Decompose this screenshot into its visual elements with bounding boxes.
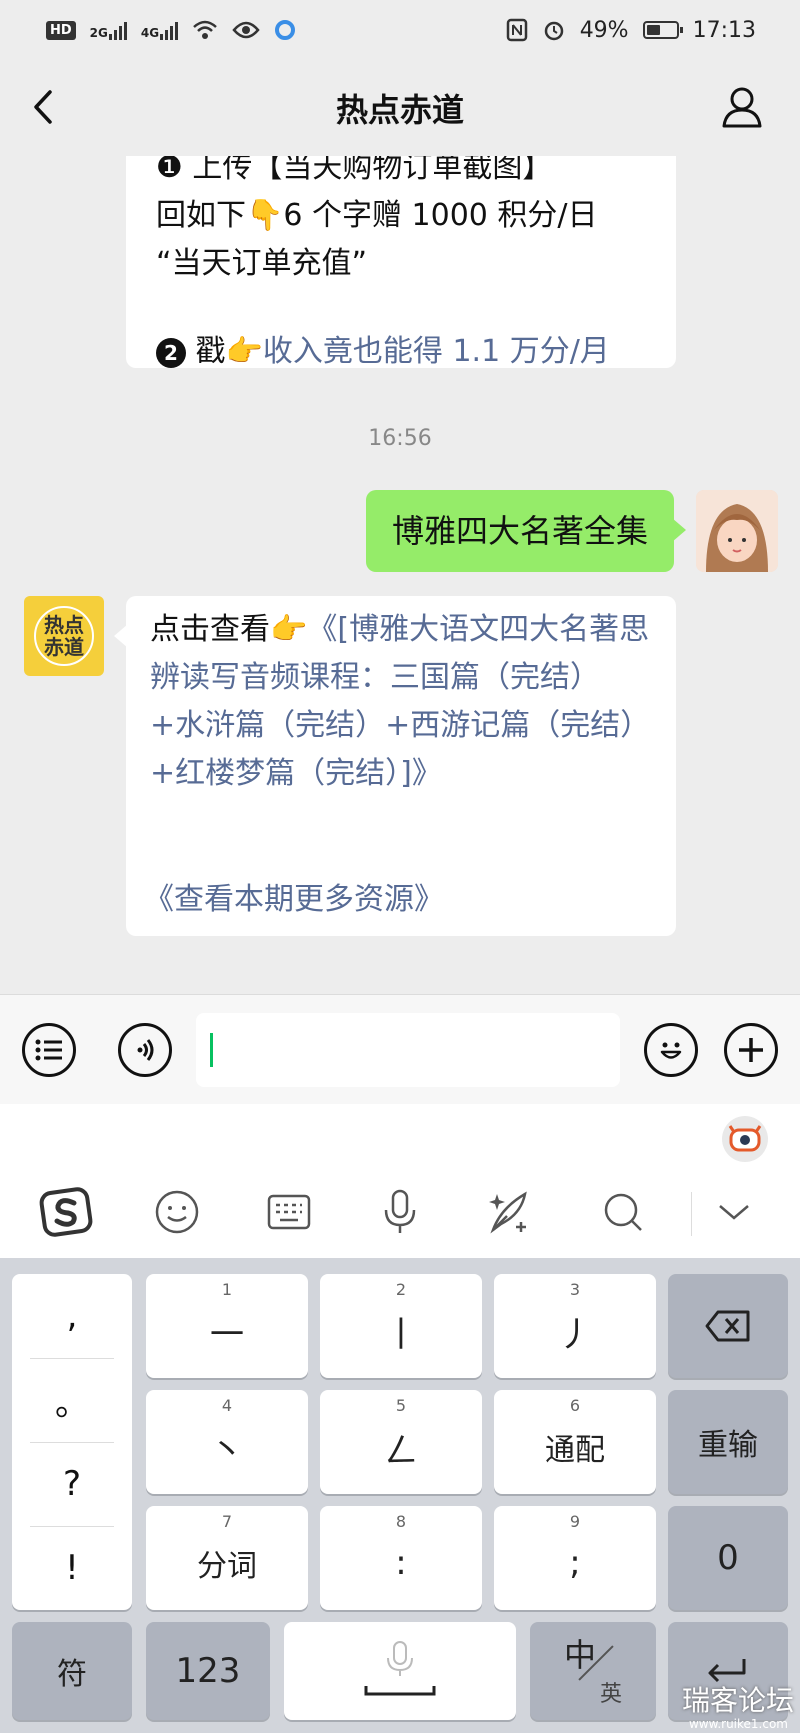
- microphone-icon[interactable]: [368, 1180, 432, 1244]
- symbols-key[interactable]: 符: [12, 1622, 132, 1720]
- message-line: ❶ 上传【当天购物订单截图】: [156, 156, 553, 185]
- avatar[interactable]: 热点赤道: [24, 596, 104, 676]
- hd-icon: HD: [46, 20, 76, 40]
- text-caret: [210, 1033, 213, 1067]
- voice-icon[interactable]: [118, 1023, 172, 1077]
- stroke-key[interactable]: 5ㄥ: [320, 1390, 482, 1494]
- language-switch-key[interactable]: 中 英: [530, 1622, 656, 1720]
- avatar-logo-text: 热点赤道: [34, 606, 94, 666]
- punctuation-column: , 。 ? !: [12, 1274, 132, 1610]
- punct-key[interactable]: !: [12, 1526, 132, 1610]
- wifi-icon: [193, 20, 217, 39]
- person-icon[interactable]: [720, 84, 764, 130]
- segment-key[interactable]: 7 分词: [146, 1506, 308, 1610]
- nfc-icon: [506, 18, 527, 42]
- number-badge: 2: [156, 337, 186, 368]
- chat-header: 热点赤道: [0, 60, 800, 156]
- input-bar: [0, 994, 800, 1104]
- keyboard-mascot-icon[interactable]: [722, 1116, 768, 1162]
- stroke-key[interactable]: 1一: [146, 1274, 308, 1378]
- handwriting-icon[interactable]: [479, 1180, 543, 1244]
- stroke-key[interactable]: 4丶: [146, 1390, 308, 1494]
- back-arrow-icon[interactable]: [24, 82, 64, 132]
- battery-icon: [642, 21, 683, 39]
- pointing-right-icon: 👉: [225, 334, 263, 369]
- colon-key[interactable]: 8:: [320, 1506, 482, 1610]
- microphone-icon: [364, 1641, 436, 1696]
- space-key[interactable]: [284, 1622, 516, 1720]
- plus-icon[interactable]: [724, 1023, 778, 1077]
- watermark-url: www.ruike1.com: [688, 1717, 788, 1731]
- keyboard-toolbar: [0, 1104, 800, 1258]
- punct-key[interactable]: 。: [12, 1358, 132, 1442]
- numbers-key[interactable]: 123: [146, 1622, 270, 1720]
- backspace-key[interactable]: [668, 1274, 788, 1378]
- status-bar: HD 2G 4G 49% 17:13: [0, 0, 800, 60]
- clock: 17:13: [692, 17, 756, 43]
- signal-icon: 2G: [90, 20, 127, 40]
- stroke-key[interactable]: 3丿: [494, 1274, 656, 1378]
- keyboard: , 。 ? ! 1一 2丨 3丿 4丶 5ㄥ 6 通配 重输 7 分词 8: 9; …: [0, 1258, 800, 1733]
- menu-list-icon[interactable]: [22, 1023, 76, 1077]
- battery-percent: 49%: [579, 17, 629, 43]
- sogou-logo-icon[interactable]: [34, 1180, 98, 1244]
- message-bubble[interactable]: ❶ 上传【当天购物订单截图】 回如下👇6 个字赠 1000 积分/日 “当天订单…: [126, 156, 676, 369]
- wildcard-key[interactable]: 6 通配: [494, 1390, 656, 1494]
- alarm-icon: [544, 21, 563, 41]
- status-right: 49% 17:13: [506, 18, 756, 43]
- message-line: 回如下👇6 个字赠 1000 积分/日: [156, 192, 646, 240]
- watermark: 瑞客论坛: [681, 1684, 794, 1717]
- stroke-key[interactable]: 2丨: [320, 1274, 482, 1378]
- sent-message-bubble[interactable]: 博雅四大名著全集: [365, 490, 687, 572]
- chat-area[interactable]: ❶ 上传【当天购物订单截图】 回如下👇6 个字赠 1000 积分/日 “当天订单…: [0, 156, 800, 994]
- backspace-icon: [705, 1310, 750, 1342]
- eye-icon: [232, 21, 260, 39]
- signal-icon: 4G: [141, 20, 179, 40]
- message-link[interactable]: 收入竟也能得 1.1 万分/月: [263, 334, 610, 369]
- message-text: 点击查看👉《[博雅大语文四大名著思辨读写音频课程：三国篇（完结）+水浒篇（完结）…: [150, 606, 652, 798]
- toolbar-divider: [691, 1192, 692, 1236]
- message-line: “当天订单充值”: [156, 246, 368, 281]
- redo-key[interactable]: 重输: [668, 1390, 788, 1494]
- app-icon: [275, 20, 296, 40]
- message-bubble[interactable]: 点击查看👉《[博雅大语文四大名著思辨读写音频课程：三国篇（完结）+水浒篇（完结）…: [114, 596, 676, 936]
- avatar[interactable]: [696, 490, 778, 572]
- message-input[interactable]: [196, 1013, 620, 1087]
- chevron-down-icon[interactable]: [702, 1180, 766, 1244]
- emoji-icon[interactable]: [145, 1180, 209, 1244]
- more-resources-link[interactable]: 《查看本期更多资源》: [144, 876, 444, 924]
- status-left: HD 2G 4G: [46, 19, 296, 41]
- keyboard-icon[interactable]: [257, 1180, 321, 1244]
- message-line: 2 戳👉收入竟也能得 1.1 万分/月: [156, 328, 646, 376]
- punct-key[interactable]: ,: [12, 1274, 132, 1358]
- chat-title: 热点赤道: [335, 91, 464, 129]
- emoji-icon[interactable]: [644, 1023, 698, 1077]
- avatar-image: [696, 490, 778, 572]
- pointing-right-icon: 👉: [270, 612, 308, 647]
- search-icon[interactable]: [591, 1180, 655, 1244]
- zero-key[interactable]: 0: [668, 1506, 788, 1610]
- semicolon-key[interactable]: 9;: [494, 1506, 656, 1610]
- timestamp: 16:56: [368, 426, 432, 451]
- punct-key[interactable]: ?: [12, 1442, 132, 1526]
- pointing-down-icon: 👇: [246, 198, 284, 233]
